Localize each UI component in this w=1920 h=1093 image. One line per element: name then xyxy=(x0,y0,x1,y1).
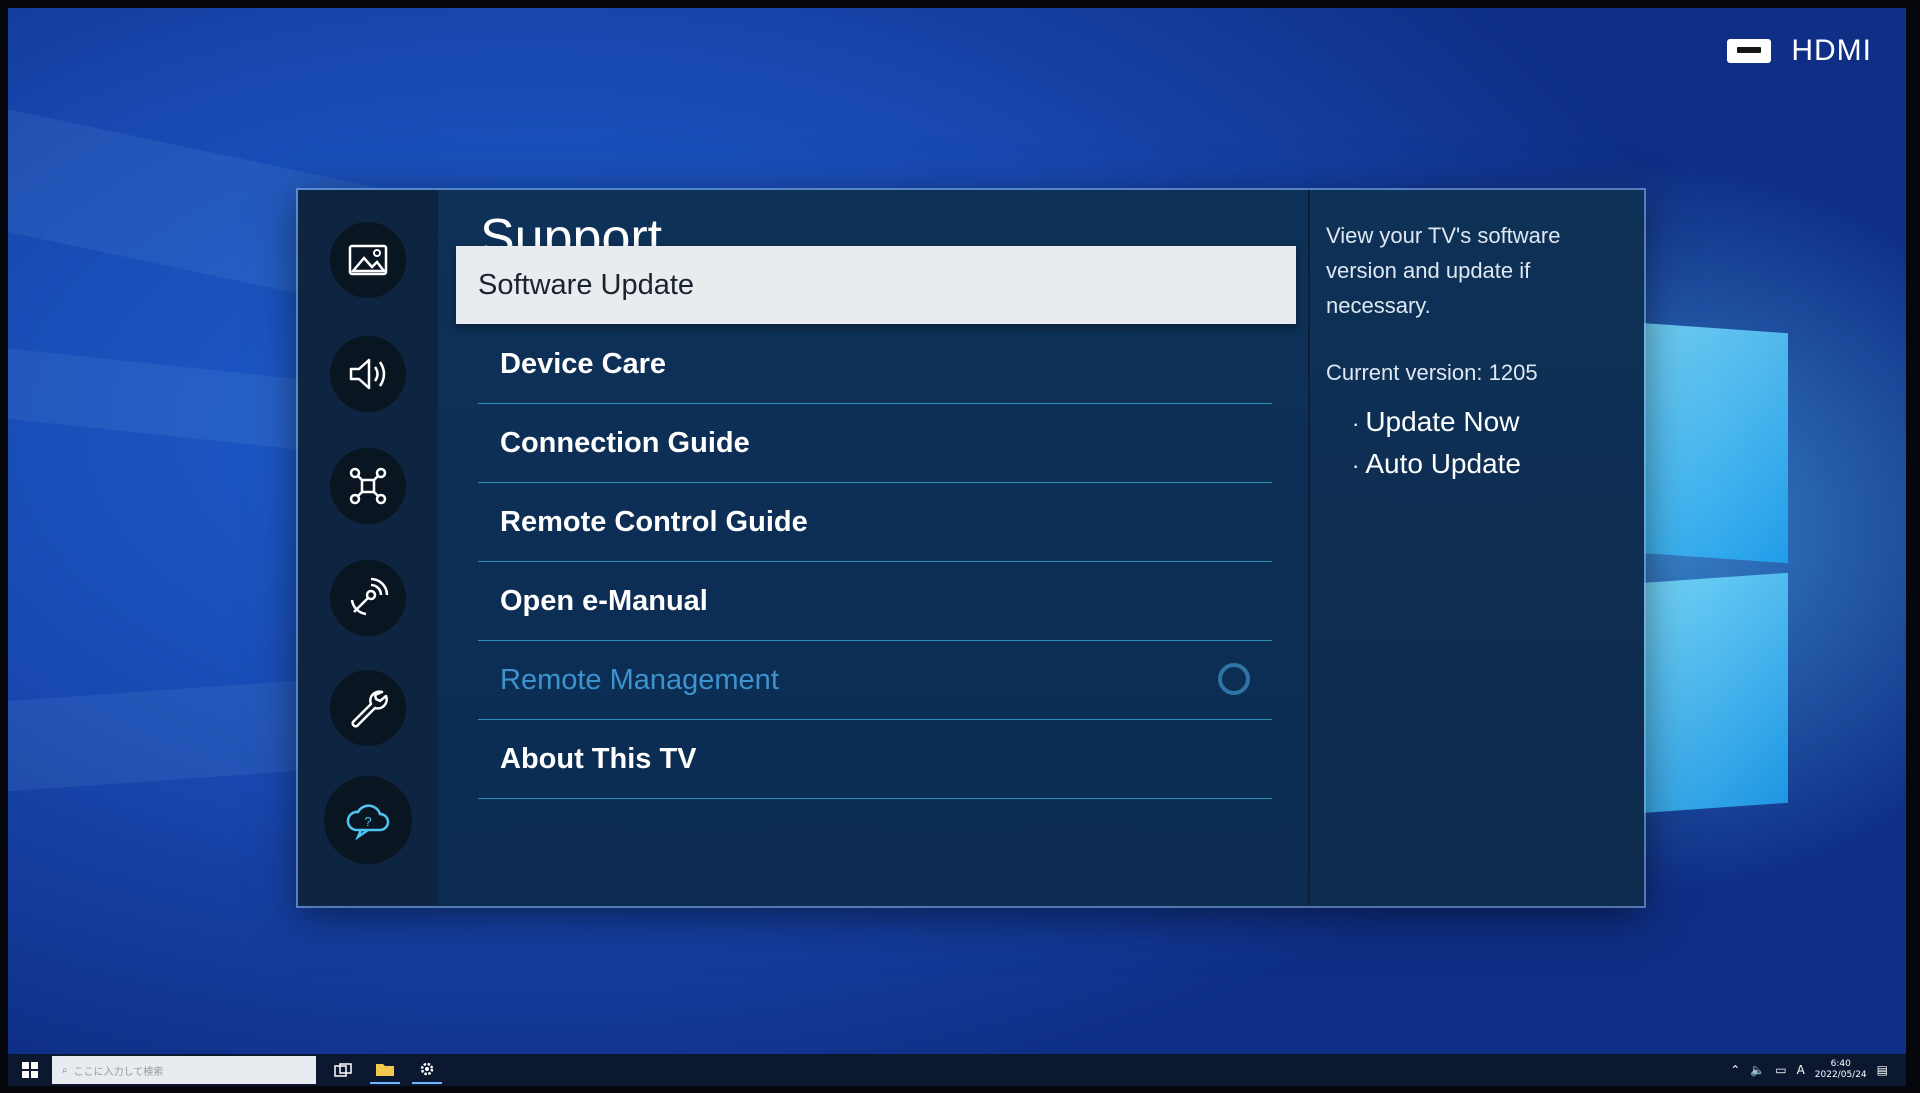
notification-icon[interactable]: ▤ xyxy=(1877,1063,1888,1077)
menu-item-label: Remote Management xyxy=(500,663,779,696)
volume-icon[interactable]: 🔈 xyxy=(1750,1063,1765,1077)
menu-item-label: Remote Control Guide xyxy=(500,505,808,538)
menu-item-remote-control-guide[interactable]: Remote Control Guide xyxy=(478,483,1272,562)
support-icon[interactable]: ? xyxy=(324,776,412,864)
menu-item-open-e-manual[interactable]: Open e-Manual xyxy=(478,562,1272,641)
svg-text:?: ? xyxy=(364,814,371,829)
menu-item-connection-guide[interactable]: Connection Guide xyxy=(478,404,1272,483)
search-placeholder: ここに入力して検索 xyxy=(73,1066,164,1078)
picture-icon[interactable] xyxy=(330,222,406,298)
category-rail: ? xyxy=(298,190,438,906)
current-version: Current version: 1205 xyxy=(1326,360,1538,385)
windows-logo-pane xyxy=(1638,322,1788,564)
ime-indicator[interactable]: A xyxy=(1797,1063,1805,1077)
network-icon[interactable]: ▭ xyxy=(1775,1063,1786,1077)
clock-date: 2022/05/24 xyxy=(1814,1070,1867,1080)
sound-icon[interactable] xyxy=(330,336,406,412)
general-icon[interactable] xyxy=(330,670,406,746)
support-panel: Support Software Update Device Care Conn… xyxy=(438,190,1308,906)
connection-icon[interactable] xyxy=(330,448,406,524)
windows-icon xyxy=(22,1062,38,1078)
chevron-up-icon[interactable]: ⌃ xyxy=(1730,1063,1740,1077)
file-explorer-icon[interactable] xyxy=(370,1056,400,1084)
menu-item-label: Software Update xyxy=(478,268,695,301)
option-auto-update: Auto Update xyxy=(1352,448,1521,480)
tv-screen: HDMI ? Support Software Update Device Ca… xyxy=(8,8,1906,1086)
menu-item-label: Device Care xyxy=(500,347,667,380)
info-description: View your TV's software version and upda… xyxy=(1326,223,1561,318)
menu-item-about-this-tv[interactable]: About This TV xyxy=(478,720,1272,799)
settings-gear-icon[interactable] xyxy=(412,1056,442,1084)
menu-item-label: About This TV xyxy=(500,742,697,775)
menu-item-label: Connection Guide xyxy=(500,426,750,459)
info-panel: View your TV's software version and upda… xyxy=(1308,190,1644,906)
system-tray: ⌃ 🔈 ▭ A 6:40 2022/05/24 ▤ xyxy=(1730,1054,1888,1086)
input-source-label: HDMI xyxy=(1791,34,1872,67)
taskbar-clock[interactable]: 6:40 2022/05/24 xyxy=(1815,1059,1867,1081)
task-view-icon[interactable] xyxy=(328,1056,358,1084)
taskbar-search[interactable]: ⌕ ここに入力して検索 xyxy=(52,1056,316,1084)
start-button[interactable] xyxy=(16,1056,44,1084)
hdmi-port-icon xyxy=(1727,39,1772,63)
broadcasting-icon[interactable] xyxy=(330,560,406,636)
input-source-indicator: HDMI xyxy=(1727,34,1872,68)
search-icon: ⌕ xyxy=(62,1064,68,1076)
menu-item-label: Open e-Manual xyxy=(500,584,708,617)
menu-item-software-update[interactable]: Software Update xyxy=(456,246,1296,324)
windows-logo-pane xyxy=(1638,572,1788,814)
option-update-now: Update Now xyxy=(1352,406,1519,438)
remote-management-toggle[interactable] xyxy=(1218,663,1250,695)
menu-item-remote-management[interactable]: Remote Management xyxy=(478,641,1272,720)
settings-menu: ? Support Software Update Device Care Co… xyxy=(298,190,1644,906)
windows-taskbar: ⌕ ここに入力して検索 ⌃ 🔈 ▭ A 6:40 2022/05/24 ▤ xyxy=(8,1054,1906,1086)
clock-time: 6:40 xyxy=(1830,1059,1851,1069)
menu-item-device-care[interactable]: Device Care xyxy=(478,325,1272,404)
